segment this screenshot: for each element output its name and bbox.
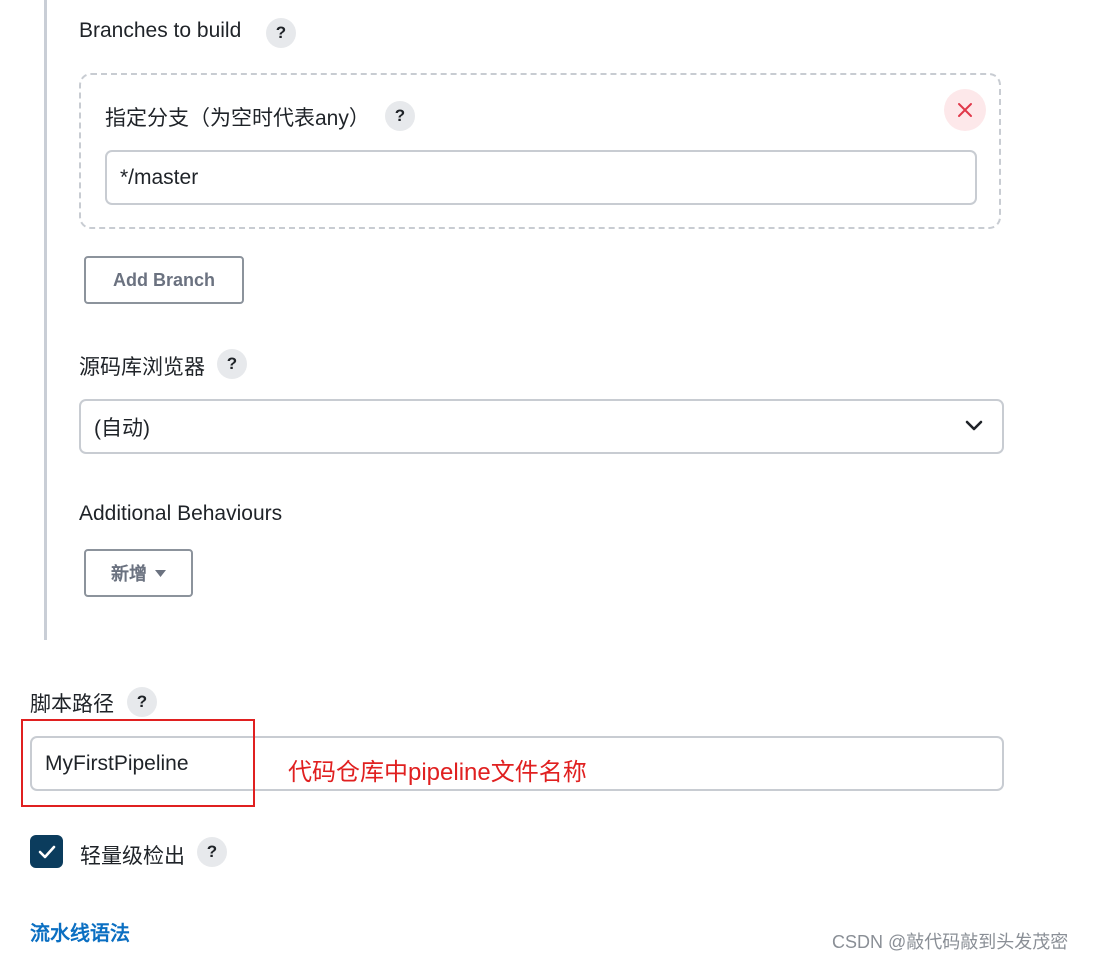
branch-specifier-input[interactable]: */master (105, 150, 977, 205)
lightweight-checkout-help-icon[interactable]: ? (197, 837, 227, 867)
script-path-label: 脚本路径 (30, 693, 114, 716)
caret-down-icon (155, 569, 166, 577)
checkmark-icon (38, 845, 55, 858)
annotation-text: 代码仓库中pipeline文件名称 (288, 759, 587, 786)
add-behaviour-label: 新增 (111, 564, 147, 584)
lightweight-checkout-label: 轻量级检出 (80, 845, 185, 868)
branch-specifier-help-icon[interactable]: ? (385, 101, 415, 131)
repo-browser-help-icon[interactable]: ? (217, 349, 247, 379)
repo-browser-selected-value: (自动) (94, 416, 150, 440)
additional-behaviours-label: Additional Behaviours (79, 502, 283, 525)
script-path-help-icon[interactable]: ? (127, 687, 157, 717)
chevron-down-icon (965, 420, 983, 431)
watermark-text: CSDN @敲代码敲到头发茂密 (832, 932, 1069, 952)
pipeline-syntax-link[interactable]: 流水线语法 (30, 917, 130, 946)
branch-specifier-label: 指定分支（为空时代表any） (105, 107, 370, 130)
delete-branch-button[interactable] (944, 89, 986, 131)
close-icon (958, 103, 972, 117)
branches-to-build-label: Branches to build (79, 19, 242, 42)
section-indent-line (44, 0, 47, 640)
repo-browser-select[interactable]: (自动) (79, 399, 1004, 454)
annotation-highlight-box (21, 719, 255, 807)
add-behaviour-dropdown-button[interactable]: 新增 (84, 549, 193, 597)
branches-help-icon[interactable]: ? (266, 18, 296, 48)
lightweight-checkout-checkbox[interactable] (30, 835, 63, 868)
repo-browser-label: 源码库浏览器 (79, 356, 205, 379)
add-branch-button[interactable]: Add Branch (84, 256, 244, 304)
